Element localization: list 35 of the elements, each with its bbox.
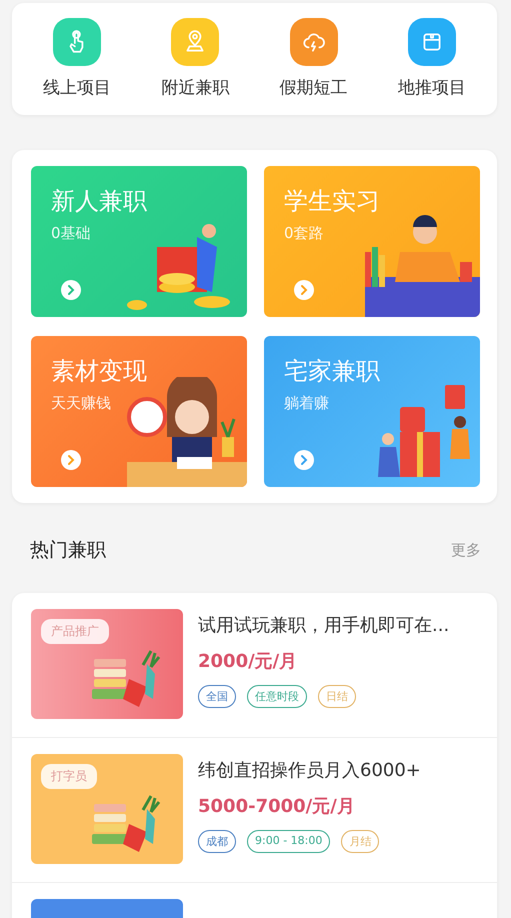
job-tag: 月结 [341, 830, 380, 853]
category-label[interactable]: 附近兼职 [161, 76, 230, 99]
tap-hand-icon[interactable] [53, 18, 102, 66]
category-label[interactable]: 线上项目 [43, 76, 112, 99]
job-tag: 全国 [198, 685, 236, 708]
job-title: 试用试玩兼职，用手机即可在... [198, 614, 450, 637]
banner-title: 素材变现 [51, 356, 147, 387]
job-tag: 9:00 - 18:00 [247, 830, 330, 853]
banner-title: 宅家兼职 [284, 356, 380, 387]
category-label[interactable]: 假期短工 [280, 76, 348, 99]
banner-subtitle: 躺着赚 [284, 394, 329, 413]
chevron-icon[interactable] [294, 280, 314, 300]
job-item[interactable]: 打字员 纬创直招操作员月入6000+ 5000-7000/元/月 成都 9:00 - 18:00 月结 [12, 738, 497, 883]
salary-text: 5000-7000/元/月 [198, 795, 356, 818]
job-title: 纬创直招操作员月入6000+ [198, 759, 421, 782]
job-tag: 任意时段 [247, 685, 307, 708]
job-tag: 成都 [198, 830, 236, 853]
category-tag: 打字员 [41, 764, 97, 789]
banner-subtitle: 天天赚钱 [51, 394, 111, 413]
chevron-icon[interactable] [61, 450, 81, 470]
salary-text: 2000/元/月 [198, 650, 298, 673]
map-pin-icon[interactable] [171, 18, 220, 66]
cloud-icon[interactable] [290, 18, 338, 66]
banner-subtitle: 0基础 [51, 224, 91, 243]
section-title: 热门兼职 [30, 538, 106, 563]
category-tag: 产品推广 [41, 619, 109, 644]
chevron-icon[interactable] [61, 280, 81, 300]
job-tag: 日结 [318, 685, 356, 708]
bag-icon[interactable] [408, 18, 456, 66]
chevron-icon[interactable] [294, 450, 314, 470]
job-item[interactable]: 产品推广 试用试玩兼职，用手机即可在... 2000/元/月 全国 任意时段 日结 [12, 593, 497, 738]
banner-title: 新人兼职 [51, 186, 147, 217]
banner-title: 学生实习 [284, 186, 380, 217]
banner-subtitle: 0套路 [284, 224, 324, 243]
category-label[interactable]: 地推项目 [398, 76, 466, 99]
